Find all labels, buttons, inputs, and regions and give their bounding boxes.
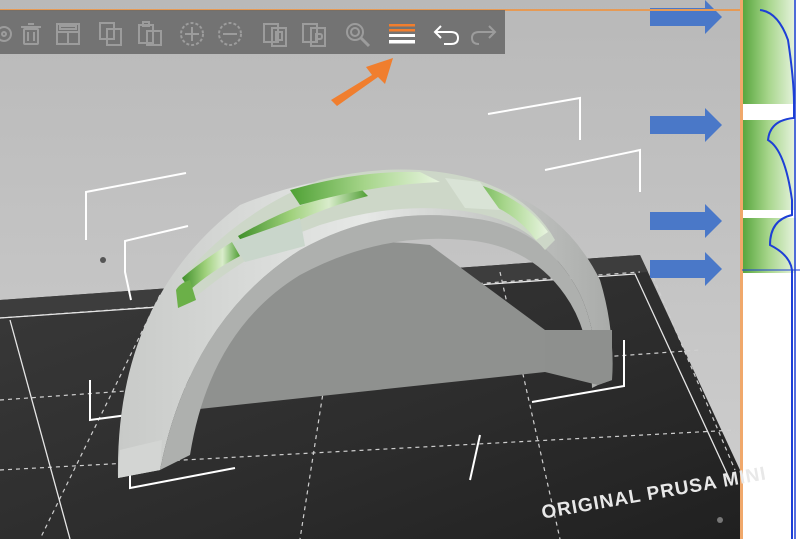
search-icon[interactable]: [343, 20, 371, 48]
split-objects-icon[interactable]: [262, 20, 290, 48]
layer-height-panel-band: [740, 218, 796, 273]
copy-icon[interactable]: [97, 20, 125, 48]
bed-screw: [100, 257, 106, 263]
add-instance-icon[interactable]: [178, 20, 206, 48]
arrange-icon[interactable]: [54, 20, 82, 48]
layer-height-panel-band: [740, 120, 796, 210]
paste-icon[interactable]: [136, 20, 164, 48]
layer-height-panel-band: [740, 0, 796, 104]
split-parts-icon[interactable]: [301, 20, 329, 48]
undo-icon[interactable]: [432, 20, 460, 48]
top-toolbar: [0, 10, 505, 54]
redo-icon[interactable]: [470, 20, 498, 48]
remove-instance-icon[interactable]: [216, 20, 244, 48]
variable-layer-height-icon[interactable]: [388, 20, 416, 48]
bed-screw: [717, 517, 723, 523]
delete-icon[interactable]: [17, 20, 45, 48]
scene-canvas[interactable]: [0, 0, 800, 539]
3d-viewport[interactable]: ORIGINAL PRUSA MINI: [0, 0, 800, 539]
